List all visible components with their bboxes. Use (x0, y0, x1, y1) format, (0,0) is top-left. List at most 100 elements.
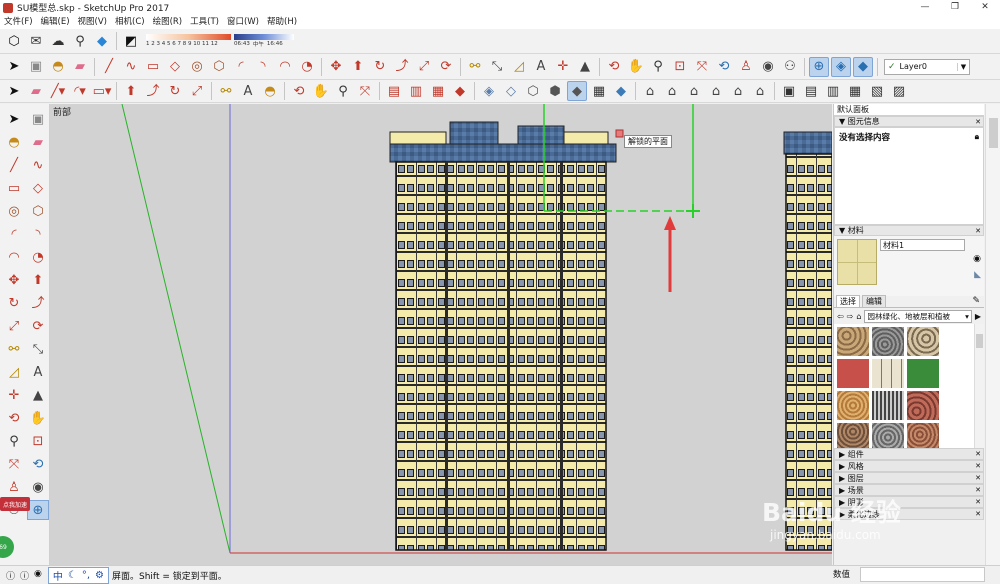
left-view-icon[interactable]: ⌂ (750, 81, 770, 101)
close-icon[interactable]: ✕ (973, 485, 983, 496)
circle-icon[interactable]: ◎ (3, 201, 25, 221)
chevron-down-icon[interactable]: ▼ (957, 62, 969, 71)
circle-icon[interactable]: ◎ (187, 57, 207, 77)
two-point-arc-icon[interactable]: ◝ (253, 57, 273, 77)
look-around-icon[interactable]: ◉ (758, 57, 778, 77)
close-icon[interactable]: ✕ (973, 461, 983, 472)
arc-icon[interactable]: ◜ (3, 224, 25, 244)
zoom-icon[interactable]: ⚲ (648, 57, 668, 77)
paint-bucket-icon[interactable]: ◓ (48, 57, 68, 77)
send-icon[interactable]: ✉ (26, 31, 46, 51)
zoom-icon[interactable]: ⚲ (3, 431, 25, 451)
make-component-icon[interactable]: ▣ (27, 109, 49, 129)
rotate-icon[interactable]: ↻ (370, 57, 390, 77)
material-tile[interactable] (837, 359, 869, 388)
components-header[interactable]: ▶ 组件 ✕ (834, 448, 984, 460)
expand-arrow-icon[interactable]: ▶ (839, 473, 845, 484)
home-icon[interactable]: ⌂ (856, 312, 861, 321)
layer-dropdown[interactable]: ✓ Layer0 ▼ (884, 58, 970, 75)
collection-dropdown[interactable]: 园林绿化、地被层和植被 (864, 309, 972, 323)
back-view-icon[interactable]: ⌂ (728, 81, 748, 101)
push-pull-icon[interactable]: ⬆ (121, 81, 141, 101)
scale-icon[interactable]: ⤢ (414, 57, 434, 77)
union-icon[interactable]: ▦ (845, 81, 865, 101)
zoom-icon[interactable]: ⚲ (333, 81, 353, 101)
paint-bucket-icon[interactable]: ◓ (3, 132, 25, 152)
tab-select[interactable]: 选择 (836, 295, 860, 307)
protractor-icon[interactable]: ◿ (3, 362, 25, 382)
walk-icon[interactable]: ⚇ (780, 57, 800, 77)
line-icon[interactable]: ╱ (3, 155, 25, 175)
scene-canvas[interactable] (50, 104, 832, 565)
menu-edit[interactable]: 编辑(E) (37, 15, 74, 29)
punctuation-icon[interactable]: °, (82, 570, 90, 581)
wireframe-style-icon[interactable]: ⬡ (523, 81, 543, 101)
measurement-input[interactable] (860, 567, 985, 582)
tab-edit[interactable]: 编辑 (862, 295, 886, 307)
default-material-icon[interactable]: ◣ (974, 270, 981, 280)
material-tile[interactable] (907, 327, 939, 356)
materials-header[interactable]: ▼ 材料 ✕ (834, 225, 984, 236)
display-section-cuts-icon[interactable]: ◆ (853, 56, 873, 77)
material-tile[interactable] (907, 391, 939, 420)
material-tile[interactable] (872, 327, 904, 356)
rotate-icon[interactable]: ↻ (3, 293, 25, 313)
material-tile[interactable] (872, 423, 904, 448)
shapes-icon[interactable]: ▭▾ (92, 81, 112, 101)
zoom-window-icon[interactable]: ⊡ (27, 431, 49, 451)
close-icon[interactable]: ✕ (973, 226, 983, 236)
back-arrow-icon[interactable]: ⇦ (837, 312, 844, 321)
expand-arrow-icon[interactable]: ▶ (839, 461, 845, 472)
eraser-icon[interactable]: ▰ (26, 81, 46, 101)
scale-icon[interactable]: ⤢ (3, 316, 25, 336)
rectangle-icon[interactable]: ▭ (143, 57, 163, 77)
zoom-extents-icon[interactable]: ⤧ (692, 57, 712, 77)
create-material-icon[interactable]: ◉ (973, 254, 981, 264)
section-plane-icon[interactable]: ⊕ (809, 56, 829, 77)
eraser-icon[interactable]: ▰ (27, 132, 49, 152)
secondary-building[interactable] (783, 131, 832, 551)
shadow-settings-widget[interactable]: 1 2 3 4 5 6 7 8 9 10 11 12 06:43 中午 16:4… (146, 34, 294, 48)
protractor-icon[interactable]: ◿ (509, 57, 529, 77)
dimension-icon[interactable]: ⤡ (27, 339, 49, 359)
orbit-icon[interactable]: ⟲ (289, 81, 309, 101)
shadow-toggle-icon[interactable]: ◩ (121, 31, 141, 51)
collapse-arrow-icon[interactable]: ▼ (839, 117, 845, 127)
material-tile[interactable] (907, 359, 939, 388)
main-building[interactable] (389, 121, 617, 551)
back-edges-style-icon[interactable]: ◇ (501, 81, 521, 101)
menu-file[interactable]: 文件(F) (0, 15, 37, 29)
styles-header[interactable]: ▶ 风格 ✕ (834, 460, 984, 472)
display-section-planes-icon[interactable]: ◈ (831, 56, 851, 77)
previous-view-icon[interactable]: ⟲ (27, 454, 49, 474)
extension-manager-icon[interactable]: ▦ (428, 81, 448, 101)
close-icon[interactable]: ✕ (973, 449, 983, 460)
tape-measure-icon[interactable]: ⚯ (3, 339, 25, 359)
credits-icon[interactable]: ⓘ (20, 569, 29, 582)
move-icon[interactable]: ✥ (3, 270, 25, 290)
follow-me-icon[interactable]: ⤴ (392, 57, 412, 77)
ime-toolbar[interactable]: 中 ☾ °, ⚙ (47, 566, 110, 584)
menu-view[interactable]: 视图(V) (74, 15, 111, 29)
maximize-button[interactable]: ❐ (940, 0, 970, 15)
select-icon[interactable]: ➤ (4, 57, 24, 77)
orbit-icon[interactable]: ⟲ (3, 408, 25, 428)
details-arrow-icon[interactable]: ▶ (975, 312, 981, 321)
top-view-icon[interactable]: ⌂ (662, 81, 682, 101)
intersect-icon[interactable]: ▥ (823, 81, 843, 101)
rotated-rectangle-icon[interactable]: ◇ (165, 57, 185, 77)
right-scrollbar[interactable] (985, 104, 1000, 565)
outer-shell-icon[interactable]: ▤ (801, 81, 821, 101)
model-info-icon[interactable]: ⬡ (4, 31, 24, 51)
three-point-arc-icon[interactable]: ◠ (275, 57, 295, 77)
position-camera-icon[interactable]: ♙ (3, 477, 25, 497)
text-icon[interactable]: A (238, 81, 258, 101)
dimension-icon[interactable]: ⤡ (487, 57, 507, 77)
pan-icon[interactable]: ✋ (311, 81, 331, 101)
pie-icon[interactable]: ◔ (297, 57, 317, 77)
menu-window[interactable]: 窗口(W) (223, 15, 263, 29)
offset-icon[interactable]: ⟳ (436, 57, 456, 77)
zoom-extents-icon[interactable]: ⤧ (355, 81, 375, 101)
menu-camera[interactable]: 相机(C) (111, 15, 149, 29)
two-point-arc-icon[interactable]: ◝ (27, 224, 49, 244)
